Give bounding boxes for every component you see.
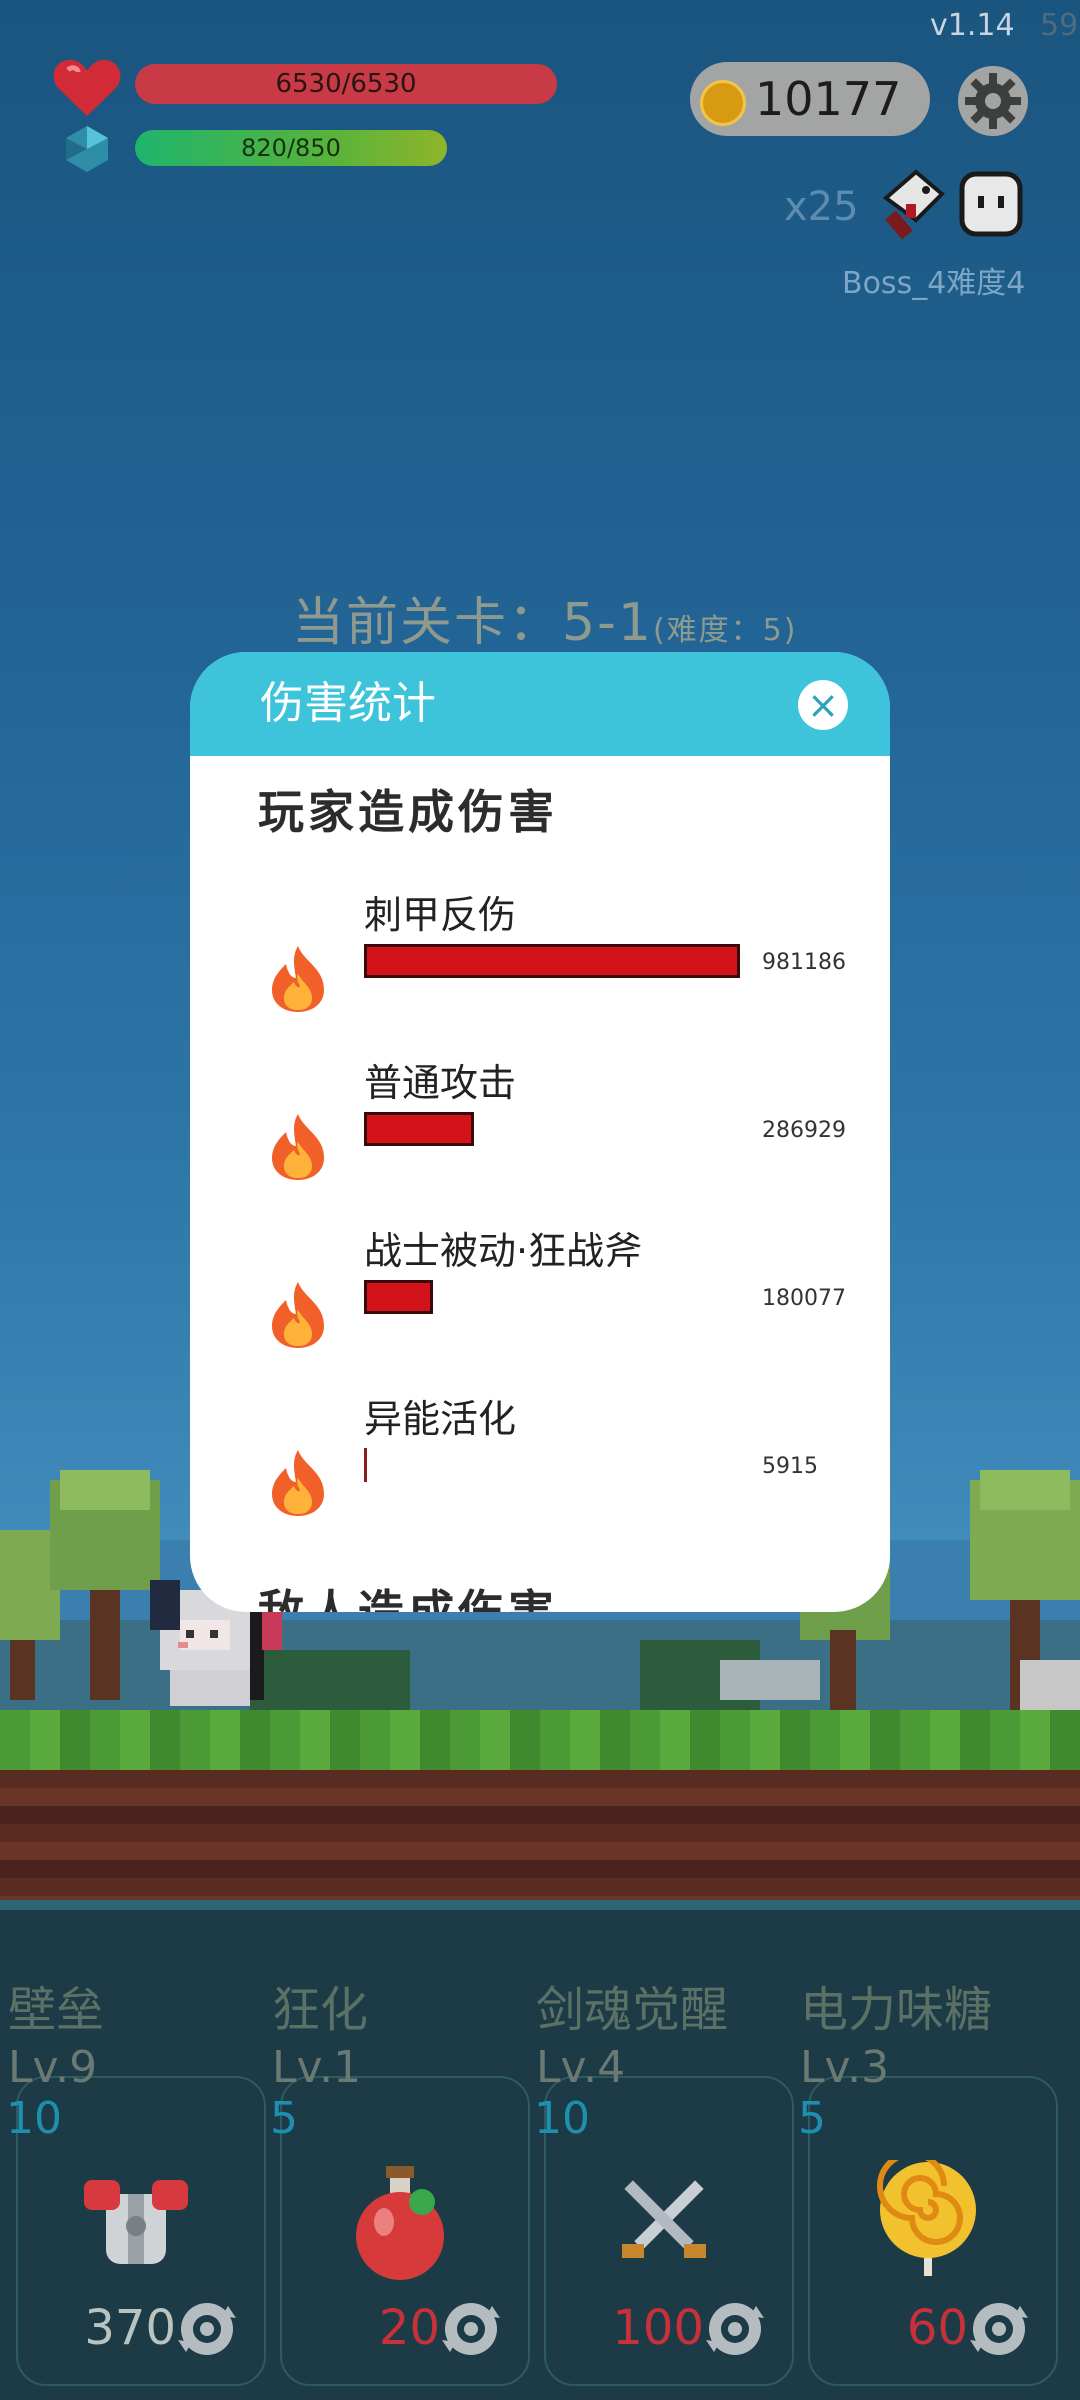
skill-level: Lv.3 — [800, 2042, 890, 2093]
flame-icon — [272, 1114, 324, 1180]
skill-cost: 370 — [84, 2300, 176, 2356]
skill-count: 5 — [270, 2093, 298, 2144]
heart-icon — [53, 59, 121, 116]
mana-crystal-icon — [66, 126, 108, 172]
skill-panel-edge — [0, 1900, 1080, 1910]
boss-label: Boss_4难度4 — [842, 266, 1026, 301]
ghost-icon — [959, 171, 1023, 237]
damage-source-name: 异能活化 — [364, 1397, 517, 1441]
enemy-damage-heading: 敌人造成伤害 — [258, 1585, 558, 1612]
flame-icon — [272, 1282, 324, 1348]
player-damage-heading: 玩家造成伤害 — [258, 785, 558, 839]
damage-value: 180077 — [762, 1286, 846, 1311]
stage-label: 当前关卡：5-1(难度：5) — [292, 580, 797, 655]
damage-source-name: 普通攻击 — [364, 1061, 517, 1105]
skill-name: 壁垒 — [8, 1982, 105, 2038]
damage-row: 普通攻击 286929 — [190, 1058, 890, 1218]
skill-cost: 20 — [378, 2300, 440, 2356]
skill-cost: 100 — [612, 2300, 704, 2356]
damage-bar — [364, 1448, 367, 1482]
flame-icon — [272, 946, 324, 1012]
skill-name: 狂化 — [272, 1982, 369, 2038]
damage-bar — [364, 1112, 474, 1146]
coin-icon — [700, 80, 746, 126]
crossed-swords-icon — [622, 2180, 706, 2258]
damage-bar — [364, 944, 740, 978]
grass-strip — [0, 1710, 1080, 1770]
skill-card[interactable]: 电力味糖 Lv.3 5 60 — [792, 1980, 1058, 2390]
upgrade-gear-icon[interactable] — [176, 2298, 238, 2360]
damage-row: 异能活化 5915 — [190, 1394, 890, 1554]
lollipop-icon — [877, 2160, 976, 2276]
dialog-title: 伤害统计 — [260, 678, 436, 729]
stage-name: 当前关卡：5-1 — [292, 593, 653, 653]
enemy-multiplier: x25 — [784, 184, 859, 230]
dirt-strip — [0, 1770, 1080, 1900]
skill-count: 10 — [534, 2093, 590, 2144]
version-label: v1.14 — [930, 8, 1015, 43]
gear-icon[interactable] — [956, 64, 1030, 138]
potion-icon — [356, 2166, 444, 2280]
skill-card[interactable]: 壁垒 Lv.9 10 370 — [0, 1980, 266, 2390]
armor-icon — [84, 2180, 188, 2264]
damage-value: 981186 — [762, 950, 846, 975]
upgrade-gear-icon[interactable] — [440, 2298, 502, 2360]
upgrade-gear-icon[interactable] — [968, 2298, 1030, 2360]
skill-name: 电力味糖 — [800, 1982, 993, 2038]
skill-card[interactable]: 狂化 Lv.1 5 20 — [264, 1980, 530, 2390]
flame-icon — [272, 1450, 324, 1516]
upgrade-gear-icon[interactable] — [704, 2298, 766, 2360]
skill-count: 10 — [6, 2093, 62, 2144]
skill-name: 剑魂觉醒 — [536, 1982, 729, 2038]
damage-stats-dialog: 伤害统计 × 玩家造成伤害 刺甲反伤 981186 普通攻击 286929 战士被动·狂… — [190, 652, 890, 1612]
fps-counter: 59 — [1040, 8, 1079, 43]
damage-value: 5915 — [762, 1454, 818, 1479]
close-button[interactable]: × — [798, 680, 848, 730]
damage-value: 286929 — [762, 1118, 846, 1143]
skill-level: Lv.9 — [8, 2042, 98, 2093]
damage-bar — [364, 1280, 433, 1314]
damage-source-name: 战士被动·狂战斧 — [364, 1229, 643, 1273]
skill-card[interactable]: 剑魂觉醒 Lv.4 10 100 — [528, 1980, 794, 2390]
hp-bar: 6530/6530 — [135, 64, 557, 104]
stage-difficulty: (难度：5) — [652, 613, 798, 648]
skill-cost: 60 — [906, 2300, 968, 2356]
skill-count: 5 — [798, 2093, 826, 2144]
mp-bar: 820/850 — [135, 130, 447, 166]
skill-level: Lv.1 — [272, 2042, 362, 2093]
damage-row: 战士被动·狂战斧 180077 — [190, 1226, 890, 1386]
mp-text: 820/850 — [241, 134, 341, 162]
damage-row: 刺甲反伤 981186 — [190, 890, 890, 1050]
cleaver-icon — [882, 169, 945, 240]
damage-source-name: 刺甲反伤 — [364, 893, 517, 937]
skill-level: Lv.4 — [536, 2042, 626, 2093]
hp-text: 6530/6530 — [275, 69, 417, 99]
coin-value: 10177 — [755, 72, 902, 126]
